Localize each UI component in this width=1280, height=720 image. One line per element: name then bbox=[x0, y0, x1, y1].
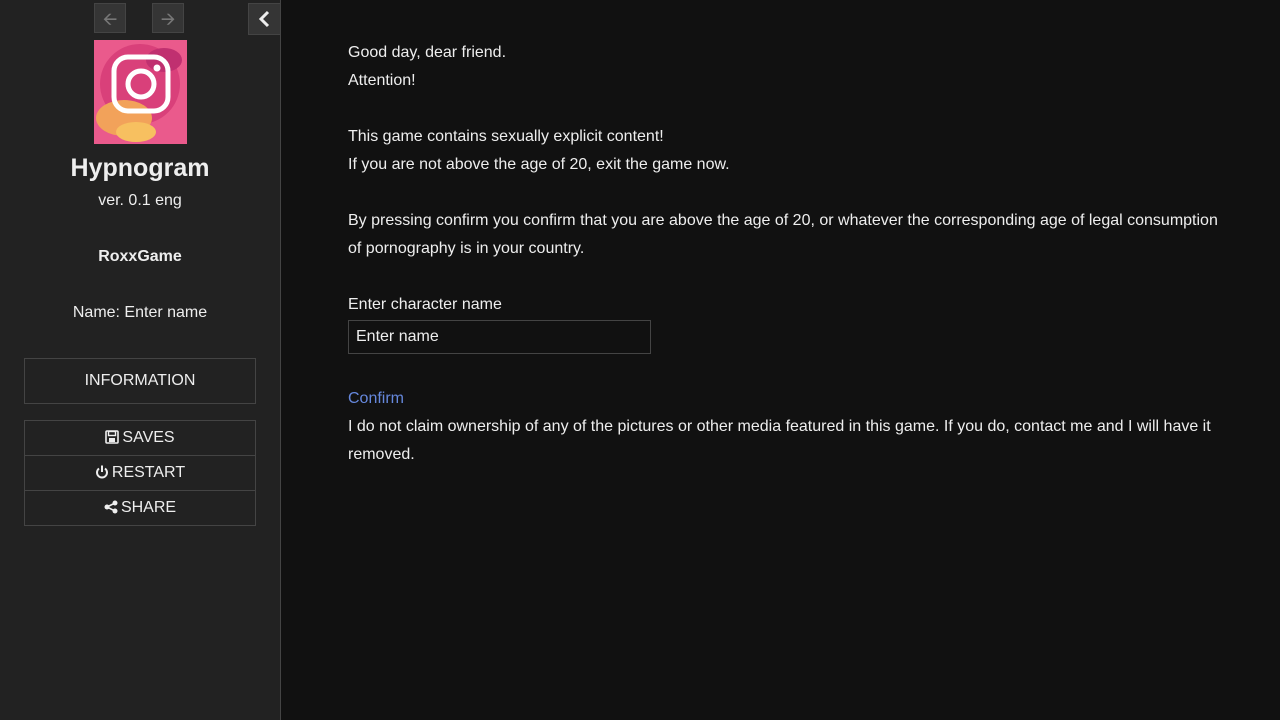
history-forward-button[interactable]: 🡪 bbox=[152, 3, 184, 33]
story-banner-image bbox=[94, 40, 187, 144]
floppy-disk-icon bbox=[105, 430, 120, 444]
instagram-logo-icon bbox=[94, 40, 187, 144]
share-icon bbox=[104, 500, 118, 514]
saves-button[interactable]: SAVES bbox=[25, 421, 255, 456]
power-icon bbox=[95, 465, 108, 479]
saves-label: SAVES bbox=[122, 429, 175, 446]
chevron-left-icon bbox=[258, 10, 269, 28]
information-menu-item[interactable]: INFORMATION bbox=[25, 359, 255, 403]
attention-text: Attention! bbox=[348, 72, 416, 89]
confirm-link[interactable]: Confirm bbox=[348, 385, 404, 413]
story-version: ver. 0.1 eng bbox=[98, 192, 182, 209]
restart-label: RESTART bbox=[111, 464, 186, 481]
character-name-label: Enter character name bbox=[348, 296, 502, 313]
age-warning-text: If you are not above the age of 20, exit… bbox=[348, 156, 730, 173]
arrow-left-icon: 🡨 bbox=[102, 9, 118, 29]
share-button[interactable]: SHARE bbox=[25, 491, 255, 525]
sidebar: 🡨 🡪 Hypnogram ver. 0.1 eng RoxxGame Name… bbox=[0, 0, 281, 720]
arrow-right-icon: 🡪 bbox=[160, 9, 176, 29]
menu-story: INFORMATION bbox=[24, 358, 256, 404]
greeting-text: Good day, dear friend. bbox=[348, 44, 507, 61]
restart-button[interactable]: RESTART bbox=[25, 456, 255, 491]
character-name-input[interactable] bbox=[348, 320, 651, 354]
character-name-display: Name: Enter name bbox=[72, 304, 208, 321]
menu-core: SAVES RESTART SHARE bbox=[24, 420, 256, 526]
history-back-button[interactable]: 🡨 bbox=[94, 3, 126, 33]
story-author: RoxxGame bbox=[98, 248, 182, 265]
disclaimer-text: I do not claim ownership of any of the p… bbox=[348, 418, 1211, 463]
passage-content: Good day, dear friend. Attention! This g… bbox=[348, 39, 1218, 469]
share-label: SHARE bbox=[120, 499, 177, 516]
consent-text: By pressing confirm you confirm that you… bbox=[348, 212, 1218, 257]
content-warning-text: This game contains sexually explicit con… bbox=[348, 128, 664, 145]
sidebar-toggle-button[interactable] bbox=[248, 3, 281, 35]
story-title: Hypnogram bbox=[70, 154, 210, 182]
